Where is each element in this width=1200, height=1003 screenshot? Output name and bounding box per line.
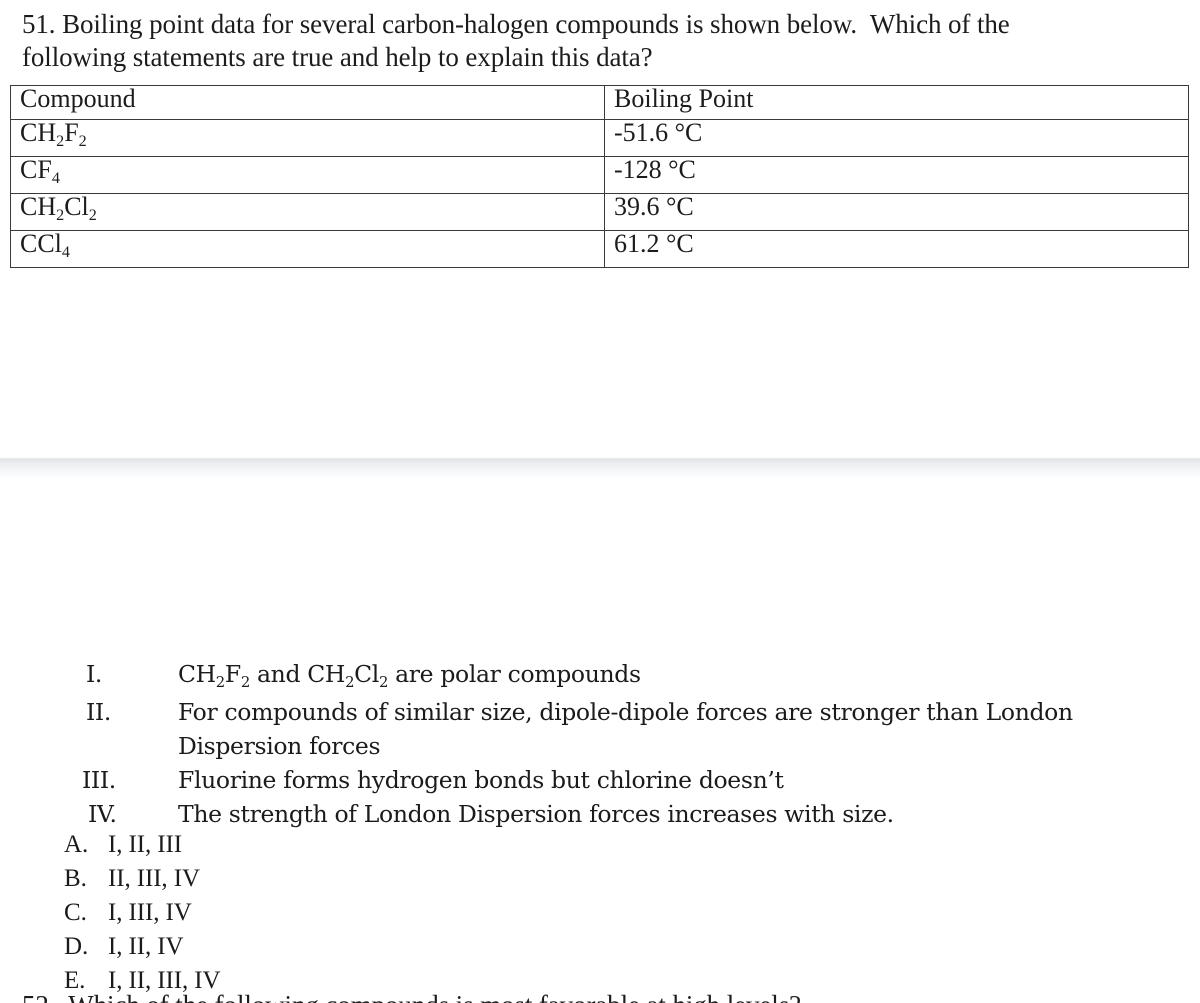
answer-choice-letter: A. xyxy=(64,831,89,858)
answer-choice-letter: C. xyxy=(64,899,87,926)
statement-item-i: I. CH2F2 and CH2Cl2 are polar compounds xyxy=(0,657,1200,695)
answer-choice-c[interactable]: C. I, III, IV xyxy=(0,896,1200,930)
answer-choice-text: I, II, III xyxy=(108,831,182,858)
statement-numeral: III. xyxy=(82,766,116,794)
scanned-page-top-region: 51. Boiling point data for several carbo… xyxy=(0,0,1200,458)
question-stem-line-2: following statements are true and help t… xyxy=(22,42,653,72)
table-header-compound: Compound xyxy=(10,85,605,120)
statement-numeral: IV. xyxy=(88,800,117,828)
statement-numeral: I. xyxy=(86,660,103,688)
table-cell-boiling-point: 61.2 °C xyxy=(604,230,1189,268)
table-cell-boiling-point: -128 °C xyxy=(604,156,1189,194)
answer-choice-letter: B. xyxy=(64,865,87,892)
answer-choice-text: II, III, IV xyxy=(108,865,200,892)
table-header-row: Compound Boiling Point xyxy=(10,85,1189,120)
answer-choice-letter: D. xyxy=(64,933,89,960)
statement-item-iii: III. Fluorine forms hydrogen bonds but c… xyxy=(0,763,1200,797)
roman-numeral-statement-list: I. CH2F2 and CH2Cl2 are polar compounds … xyxy=(0,657,1200,831)
table-cell-compound: CH2Cl2 xyxy=(10,193,605,231)
answer-choice-text: I, III, IV xyxy=(108,899,192,926)
next-question-clipped-line: 52. Which of the following compounds is … xyxy=(22,989,1172,1003)
statement-item-ii: II. For compounds of similar size, dipol… xyxy=(0,695,1200,763)
statement-numeral: II. xyxy=(86,698,111,726)
table-row: CH2Cl2 39.6 °C xyxy=(10,193,1189,231)
image-stitch-seam-divider xyxy=(0,457,1200,479)
boiling-point-table: Compound Boiling Point CH2F2 -51.6 °C CF… xyxy=(10,85,1189,268)
statement-item-iv: IV. The strength of London Dispersion fo… xyxy=(0,797,1200,831)
table-cell-boiling-point: -51.6 °C xyxy=(604,119,1189,157)
table-cell-compound: CF4 xyxy=(10,156,605,194)
answer-choice-list: A. I, II, III B. II, III, IV C. I, III, … xyxy=(0,828,1200,998)
scanned-page-bottom-region: I. CH2F2 and CH2Cl2 are polar compounds … xyxy=(0,479,1200,1003)
table-row: CH2F2 -51.6 °C xyxy=(10,119,1189,157)
answer-choice-text: I, II, IV xyxy=(108,933,184,960)
table-cell-boiling-point: 39.6 °C xyxy=(604,193,1189,231)
table-row: CF4 -128 °C xyxy=(10,156,1189,194)
table-header-boiling-point: Boiling Point xyxy=(604,85,1189,120)
answer-choice-b[interactable]: B. II, III, IV xyxy=(0,862,1200,896)
statement-text: The strength of London Dispersion forces… xyxy=(178,800,894,828)
question-stem-line-1: 51. Boiling point data for several carbo… xyxy=(22,9,1010,39)
answer-choice-a[interactable]: A. I, II, III xyxy=(0,828,1200,862)
statement-text: For compounds of similar size, dipole-di… xyxy=(178,698,1073,760)
answer-choice-d[interactable]: D. I, II, IV xyxy=(0,930,1200,964)
question-stem: 51. Boiling point data for several carbo… xyxy=(22,8,1132,74)
table-cell-compound: CCl4 xyxy=(10,230,605,268)
table-row: CCl4 61.2 °C xyxy=(10,230,1189,268)
table-cell-compound: CH2F2 xyxy=(10,119,605,157)
statement-text: CH2F2 and CH2Cl2 are polar compounds xyxy=(178,660,641,691)
statement-text: Fluorine forms hydrogen bonds but chlori… xyxy=(178,766,784,794)
